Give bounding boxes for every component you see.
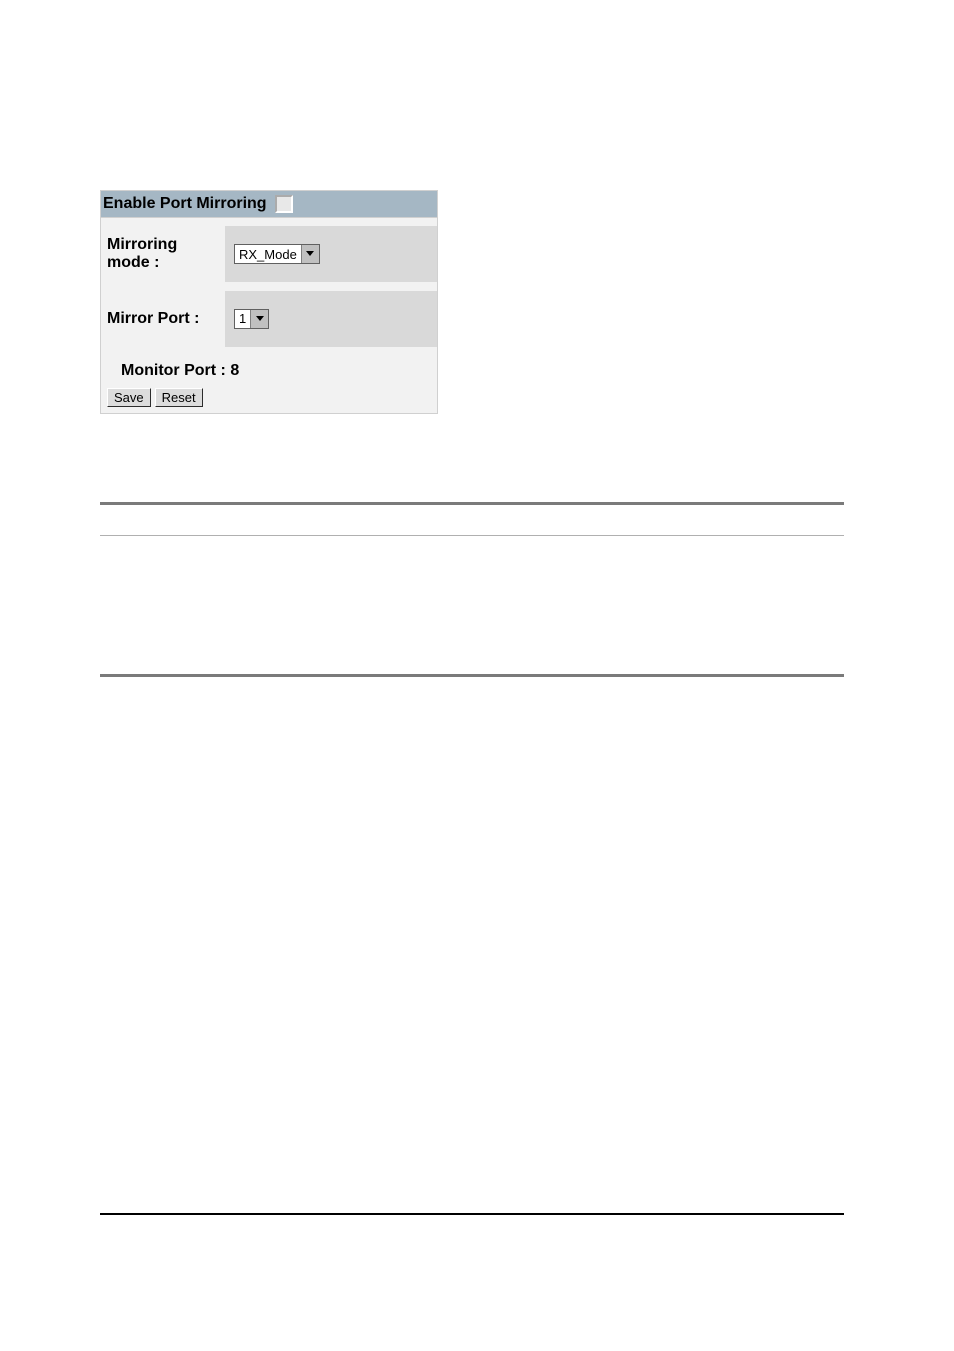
monitor-port-label: Monitor Port : 8: [107, 361, 431, 380]
mirror-port-row: Mirror Port : 1: [101, 291, 437, 347]
enable-port-mirroring-checkbox[interactable]: [275, 195, 293, 213]
mirror-port-value: 1: [235, 310, 250, 328]
mirroring-mode-select[interactable]: RX_Mode: [234, 244, 320, 264]
panel-header: Enable Port Mirroring: [101, 191, 437, 218]
save-button[interactable]: Save: [107, 388, 151, 407]
button-row: Save Reset: [101, 384, 437, 413]
mirror-port-select[interactable]: 1: [234, 309, 269, 329]
separator: [100, 674, 844, 677]
dropdown-arrow-icon: [250, 310, 268, 328]
panel-body: Mirroring mode : RX_Mode Mirror Port : 1: [101, 218, 437, 413]
separator: [100, 1213, 844, 1215]
enable-port-mirroring-label: Enable Port Mirroring: [103, 195, 267, 213]
mirroring-mode-row: Mirroring mode : RX_Mode: [101, 218, 437, 291]
mirroring-mode-value: RX_Mode: [235, 245, 301, 263]
mirroring-mode-cell: RX_Mode: [225, 226, 437, 282]
monitor-port-row: Monitor Port : 8: [101, 347, 437, 384]
mirror-port-label: Mirror Port :: [101, 292, 225, 346]
dropdown-arrow-icon: [301, 245, 319, 263]
reset-button[interactable]: Reset: [155, 388, 203, 407]
separator: [100, 502, 844, 505]
mirroring-mode-label: Mirroring mode :: [101, 218, 225, 291]
port-mirroring-panel: Enable Port Mirroring Mirroring mode : R…: [100, 190, 438, 414]
separator: [100, 535, 844, 536]
mirror-port-cell: 1: [225, 291, 437, 347]
